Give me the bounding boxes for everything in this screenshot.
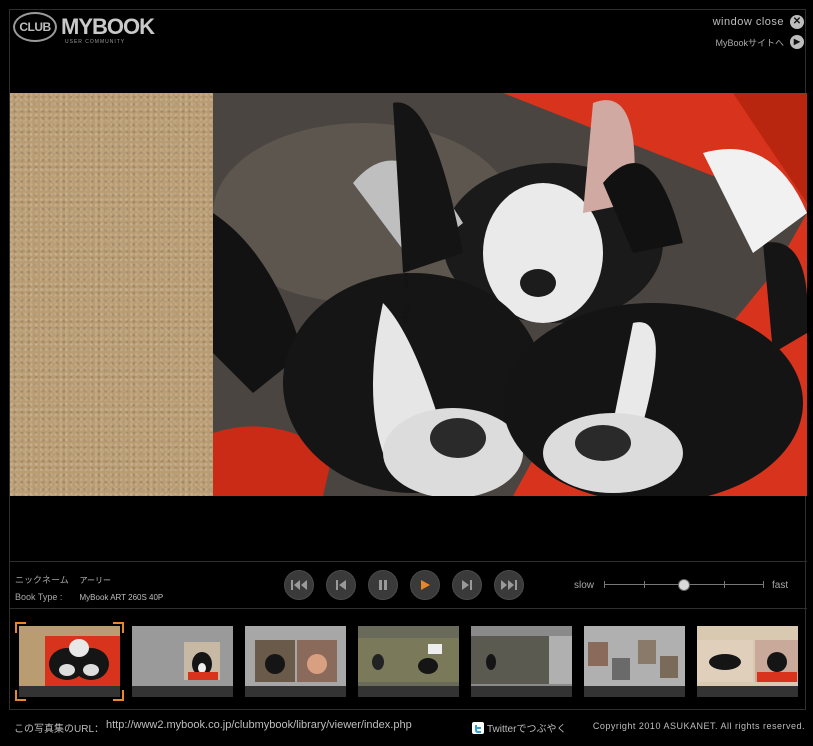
logo-club-mark: CLUB bbox=[13, 12, 57, 42]
url-label: この写真集のURL： bbox=[14, 724, 105, 735]
nickname-label: ニックネーム bbox=[15, 575, 69, 585]
play-arrow-icon[interactable]: ▶ bbox=[790, 35, 804, 49]
dogs-photo: Dream Dogs bbox=[213, 93, 807, 496]
thumbnail-page[interactable] bbox=[132, 626, 233, 697]
play-icon bbox=[421, 580, 430, 590]
top-right-links: window close ✕ MyBookサイトへ ▶ bbox=[713, 14, 804, 54]
left-page-texture bbox=[10, 93, 213, 496]
window-close-label[interactable]: window close bbox=[713, 16, 784, 28]
twitter-label[interactable]: Twitterでつぶやく bbox=[487, 720, 566, 735]
speed-slider-knob[interactable] bbox=[678, 579, 691, 591]
copyright: Copyright 2010 ASUKANET. All rights rese… bbox=[592, 721, 805, 731]
dogs-photo-illustration bbox=[213, 93, 807, 496]
spine-text-dogs: Dogs bbox=[402, 303, 411, 324]
playback-controls bbox=[284, 570, 524, 600]
speed-tick bbox=[644, 581, 646, 588]
speed-slow-label: slow bbox=[574, 579, 595, 591]
skip-prev-icon bbox=[336, 580, 346, 590]
thumbnail-strip bbox=[19, 626, 798, 697]
thumbnail-page[interactable] bbox=[358, 626, 459, 697]
first-page-button[interactable] bbox=[284, 570, 314, 600]
close-icon[interactable]: ✕ bbox=[790, 15, 804, 29]
booktype-value: MyBook ART 260S 40P bbox=[79, 593, 164, 602]
speed-slider[interactable] bbox=[604, 578, 765, 592]
divider-bottom bbox=[10, 608, 807, 609]
speed-tick bbox=[604, 581, 606, 588]
divider-top bbox=[10, 561, 807, 562]
logo-subtitle: USER COMMUNITY bbox=[65, 39, 126, 45]
speed-tick bbox=[763, 581, 765, 588]
thumbnail-page[interactable] bbox=[245, 626, 346, 697]
twitter-link[interactable]: Twitterでつぶやく bbox=[472, 720, 566, 735]
book-info: ニックネーム アーリー Book Type : MyBook ART 260S … bbox=[15, 572, 163, 606]
thumbnail-page[interactable] bbox=[584, 626, 685, 697]
last-page-button[interactable] bbox=[494, 570, 524, 600]
thumbnail-page[interactable] bbox=[19, 626, 120, 697]
speed-fast-label: fast bbox=[772, 579, 789, 591]
logo-mybook-text: MYBOOK bbox=[61, 14, 155, 39]
album-url[interactable]: http://www2.mybook.co.jp/clubmybook/libr… bbox=[106, 719, 451, 731]
speed-tick bbox=[724, 581, 726, 588]
club-mybook-logo: CLUB MYBOOK USER COMMUNITY bbox=[13, 12, 155, 48]
mybook-site-link[interactable]: MyBookサイトへ ▶ bbox=[713, 34, 804, 50]
thumbnail-page[interactable] bbox=[471, 626, 572, 697]
pause-button[interactable] bbox=[368, 570, 398, 600]
skip-last-icon bbox=[501, 580, 517, 590]
thumbnail-page[interactable] bbox=[697, 626, 798, 697]
booktype-label: Book Type : bbox=[15, 592, 63, 602]
twitter-icon bbox=[472, 721, 484, 734]
nickname-value: アーリー bbox=[79, 576, 112, 585]
speed-control: slow fast bbox=[574, 578, 788, 592]
next-page-button[interactable] bbox=[452, 570, 482, 600]
mybook-site-label[interactable]: MyBookサイトへ bbox=[715, 36, 784, 49]
prev-page-button[interactable] bbox=[326, 570, 356, 600]
play-button[interactable] bbox=[410, 570, 440, 600]
spine-text-dream: Dream bbox=[402, 263, 411, 290]
book-viewer[interactable]: Dream Dogs bbox=[10, 93, 807, 496]
skip-next-icon bbox=[462, 580, 472, 590]
window-close-link[interactable]: window close ✕ bbox=[713, 14, 804, 30]
pause-icon bbox=[379, 580, 387, 590]
footer: この写真集のURL： http://www2.mybook.co.jp/club… bbox=[0, 712, 813, 746]
skip-first-icon bbox=[291, 580, 307, 590]
